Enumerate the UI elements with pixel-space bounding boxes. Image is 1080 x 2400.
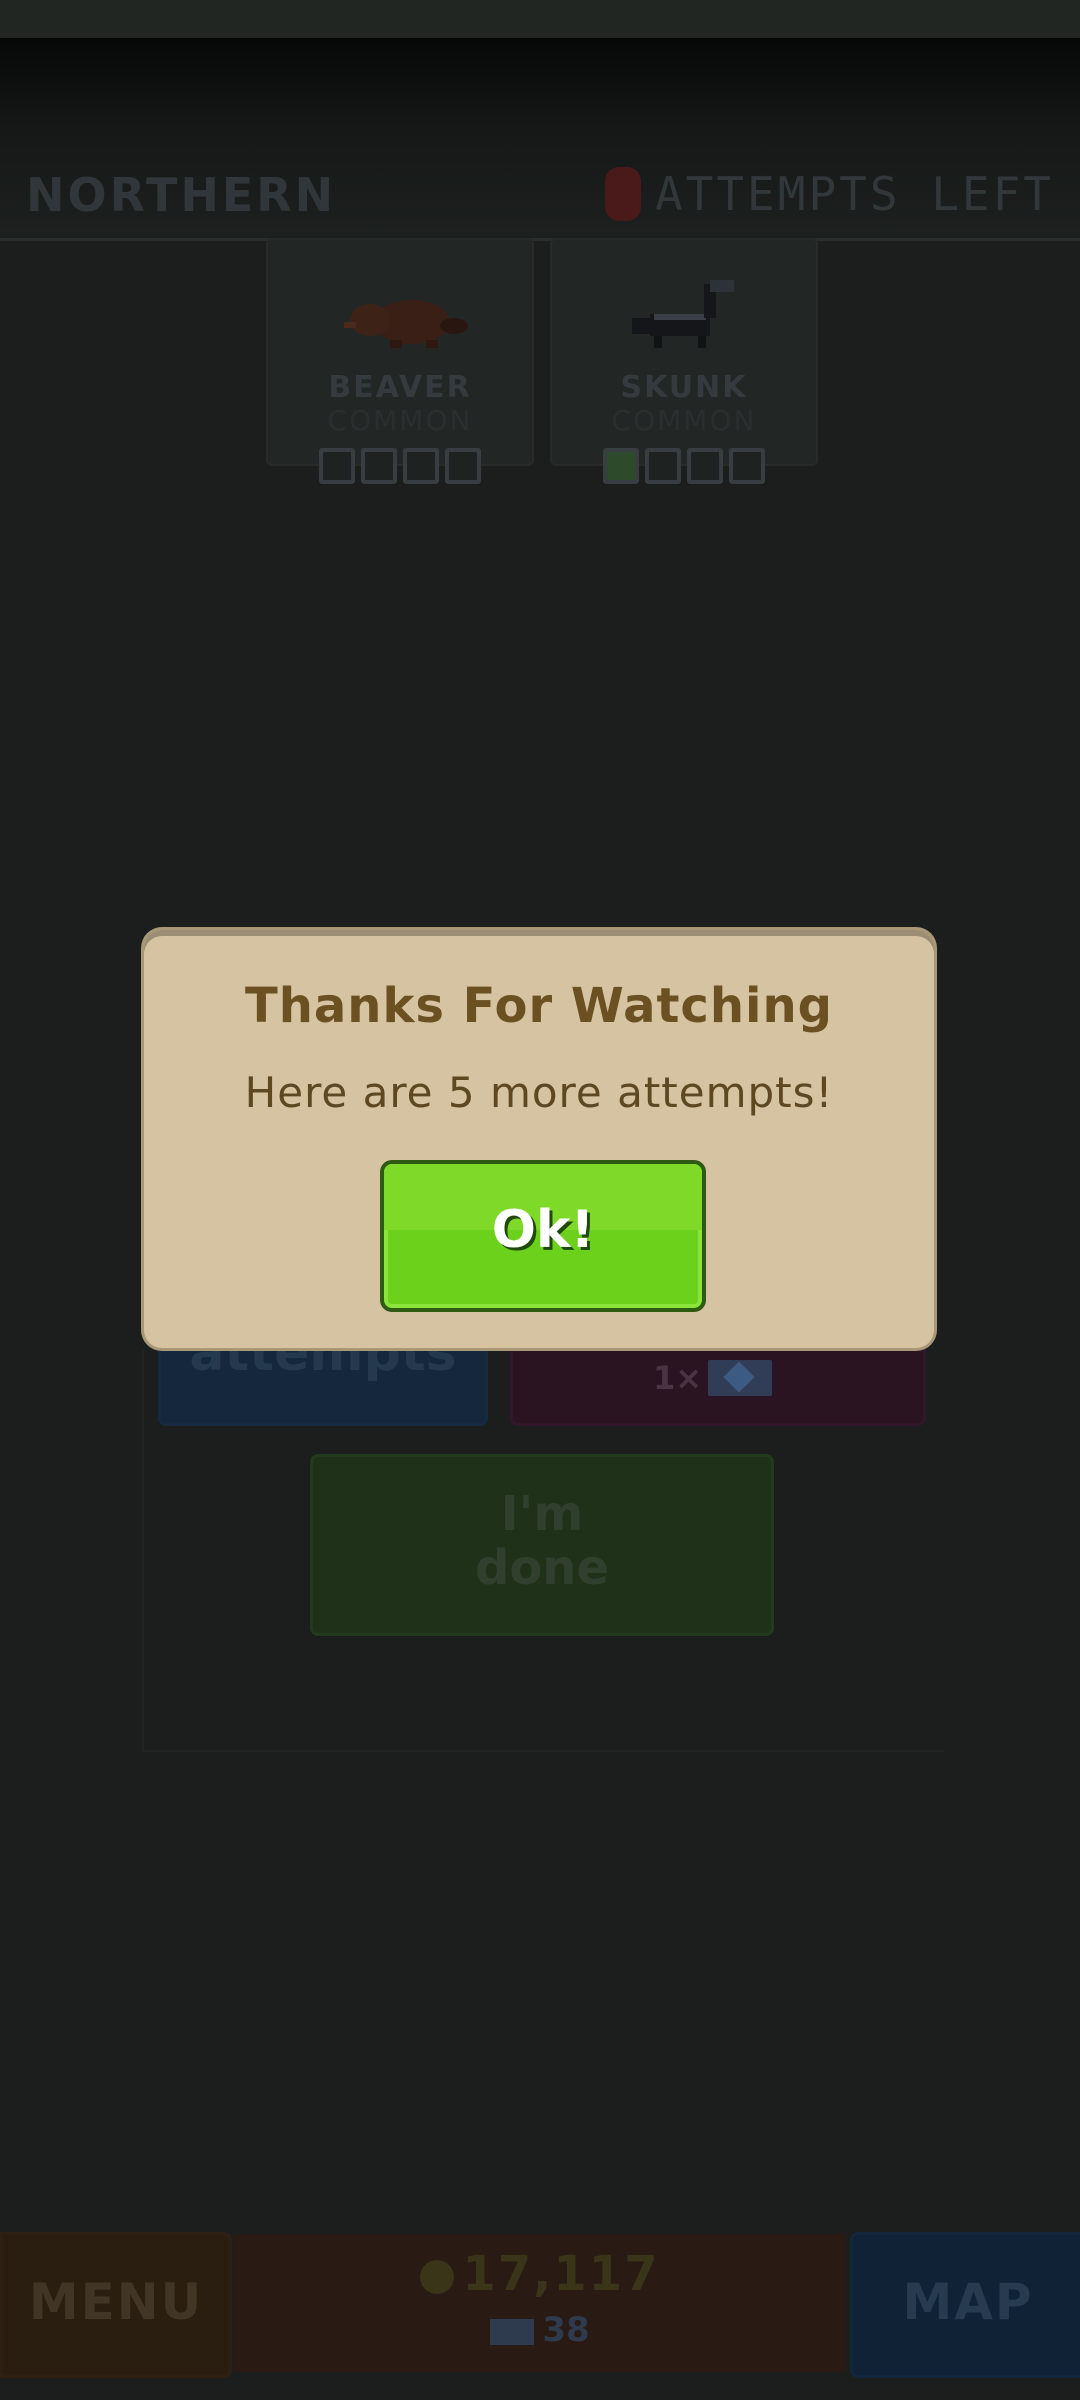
done-button-label: I'm done bbox=[474, 1486, 610, 1596]
progress-slot bbox=[361, 448, 397, 484]
ok-button[interactable]: Ok! bbox=[380, 1160, 706, 1312]
region-title: NORTHERN bbox=[26, 168, 337, 222]
dialog-title: Thanks For Watching bbox=[244, 978, 834, 1034]
progress-slot bbox=[403, 448, 439, 484]
attempts-label: ATTEMPTS LEFT bbox=[654, 167, 1054, 221]
coin-balance: 17,117 bbox=[234, 2246, 846, 2302]
gem-cost: 1× bbox=[653, 1359, 773, 1397]
progress-slot bbox=[445, 448, 481, 484]
progress-slot bbox=[729, 448, 765, 484]
menu-button-label: MENU bbox=[28, 2273, 204, 2331]
progress-slots bbox=[603, 448, 765, 484]
status-bar bbox=[0, 0, 1080, 38]
attempts-indicator: 0 ATTEMPTS LEFT bbox=[604, 164, 1054, 224]
coin-icon bbox=[420, 2260, 455, 2294]
beaver-icon bbox=[344, 300, 468, 348]
animal-rarity: COMMON bbox=[611, 404, 757, 437]
gem-amount: 38 bbox=[542, 2310, 590, 2350]
gem-icon bbox=[490, 2318, 535, 2345]
footer-bar: MENU 17,117 38 MAP bbox=[0, 2228, 1080, 2400]
progress-slots bbox=[319, 448, 481, 484]
animal-rarity: COMMON bbox=[327, 404, 473, 437]
header: NORTHERN 0 ATTEMPTS LEFT bbox=[0, 150, 1080, 241]
currency-panel: 17,117 38 bbox=[234, 2234, 846, 2372]
progress-slot-filled bbox=[603, 448, 639, 484]
progress-slot bbox=[645, 448, 681, 484]
gem-icon bbox=[708, 1360, 773, 1396]
ok-button-label: Ok! bbox=[491, 1200, 595, 1260]
animal-card-beaver[interactable]: BEAVER COMMON bbox=[266, 238, 534, 484]
animal-name: SKUNK bbox=[620, 370, 748, 405]
attempts-count: 0 bbox=[604, 167, 641, 221]
map-button-label: MAP bbox=[902, 2273, 1034, 2331]
coin-amount: 17,117 bbox=[462, 2246, 660, 2302]
done-button[interactable]: I'm done bbox=[310, 1454, 774, 1636]
reward-dialog: Thanks For Watching Here are 5 more atte… bbox=[144, 930, 934, 1348]
map-button[interactable]: MAP bbox=[850, 2232, 1080, 2378]
progress-slot bbox=[319, 448, 355, 484]
dialog-message: Here are 5 more attempts! bbox=[244, 1068, 834, 1117]
menu-button[interactable]: MENU bbox=[0, 2232, 232, 2378]
progress-slot bbox=[687, 448, 723, 484]
animal-name: BEAVER bbox=[328, 370, 472, 405]
gem-balance: 38 bbox=[234, 2310, 846, 2350]
animal-card-skunk[interactable]: SKUNK COMMON bbox=[550, 238, 818, 484]
gem-cost-text: 1× bbox=[653, 1359, 703, 1397]
skunk-icon bbox=[632, 280, 734, 348]
